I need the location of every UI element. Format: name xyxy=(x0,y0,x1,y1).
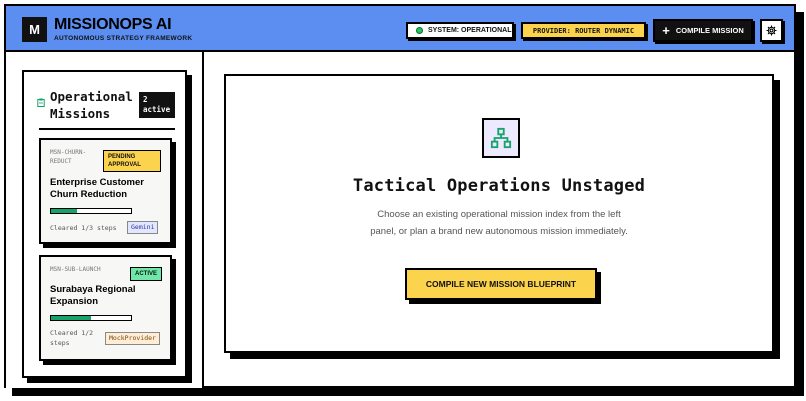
clipboard-icon xyxy=(37,98,45,107)
missions-panel: Operational Missions 2 active MSN-CHURN-… xyxy=(22,70,187,378)
active-count: 2 xyxy=(143,95,148,104)
empty-state-icon-box xyxy=(482,118,520,158)
empty-state-description: Choose an existing operational mission i… xyxy=(370,209,628,237)
panel-divider xyxy=(39,128,175,130)
provider-badge: PROVIDER: ROUTER DYNAMIC xyxy=(521,22,646,39)
mission-title: Surabaya Regional Expansion xyxy=(50,284,136,307)
mission-id: MSN-SUB-LAUNCH xyxy=(50,266,101,273)
mission-status-badge: ACTIVE xyxy=(130,267,163,281)
system-status-badge: SYSTEM: OPERATIONAL xyxy=(406,22,514,39)
sidebar: Operational Missions 2 active MSN-CHURN-… xyxy=(6,52,204,388)
mission-progress-fill xyxy=(51,316,91,320)
system-status-label: SYSTEM: OPERATIONAL xyxy=(428,27,512,34)
app-window: M MISSIONOPS AI AUTONOMOUS STRATEGY FRAM… xyxy=(4,4,796,388)
mission-id: MSN-CHURN-REDUCT xyxy=(50,149,87,165)
app-title: MISSIONOPS AI xyxy=(54,16,172,33)
panel-title: Operational Missions xyxy=(50,89,133,121)
empty-state-title: Tactical Operations Unstaged xyxy=(352,176,646,196)
active-count-badge: 2 active xyxy=(139,92,175,118)
mission-card[interactable]: MSN-CHURN-REDUCT PENDING APPROVAL Enterp… xyxy=(39,138,172,244)
mission-status-badge: PENDING APPROVAL xyxy=(103,150,161,172)
compile-mission-label: COMPILE MISSION xyxy=(675,26,744,35)
mission-progress-fill xyxy=(51,209,78,213)
active-count-label: active xyxy=(143,105,171,114)
mission-provider-tag: Gemini xyxy=(127,221,159,234)
compile-blueprint-label: COMPILE NEW MISSION BLUEPRINT xyxy=(425,279,577,289)
top-header: M MISSIONOPS AI AUTONOMOUS STRATEGY FRAM… xyxy=(6,6,794,52)
mission-provider-tag: MockProvider xyxy=(105,332,160,345)
mission-title: Enterprise Customer Churn Reduction xyxy=(50,177,144,200)
mission-card[interactable]: MSN-SUB-LAUNCH ACTIVE Surabaya Regional … xyxy=(39,255,172,361)
provider-label: PROVIDER: ROUTER DYNAMIC xyxy=(532,26,635,35)
compile-mission-button[interactable]: + COMPILE MISSION xyxy=(653,19,753,42)
mission-steps: Cleared 1/3 steps xyxy=(50,224,117,232)
hierarchy-icon xyxy=(490,127,512,149)
compile-blueprint-button[interactable]: COMPILE NEW MISSION BLUEPRINT xyxy=(405,268,597,300)
mission-steps: Cleared 1/2 steps xyxy=(50,329,94,347)
mission-progress-bar xyxy=(50,208,132,214)
settings-button[interactable] xyxy=(760,19,783,42)
app-logo: M xyxy=(22,17,47,42)
mission-progress-bar xyxy=(50,315,132,321)
empty-state-card: Tactical Operations Unstaged Choose an e… xyxy=(224,74,774,353)
status-dot-icon xyxy=(416,27,423,34)
gear-icon xyxy=(766,25,777,36)
plus-icon: + xyxy=(662,23,670,38)
app-subtitle: AUTONOMOUS STRATEGY FRAMEWORK xyxy=(54,35,193,42)
